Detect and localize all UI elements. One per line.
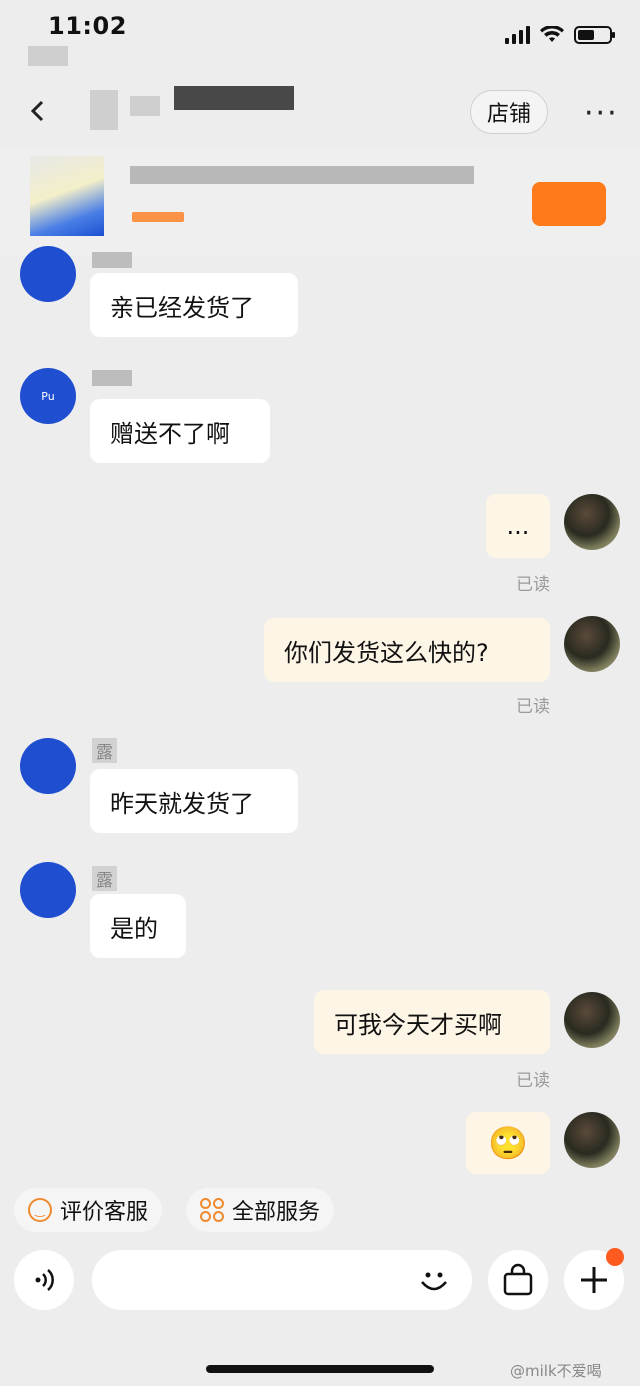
all-services-chip[interactable]: 全部服务 xyxy=(186,1188,335,1232)
sender-name xyxy=(92,252,132,268)
message-bubble-self: 🙄 xyxy=(466,1112,550,1174)
voice-icon xyxy=(35,1269,54,1291)
message-bubble: 赠送不了啊 xyxy=(90,399,270,463)
user-avatar[interactable] xyxy=(564,992,620,1048)
product-tag xyxy=(132,212,184,222)
product-action-button[interactable] xyxy=(532,182,606,226)
shop-name-blurred xyxy=(90,86,300,130)
smiley-icon[interactable] xyxy=(416,1262,452,1302)
rate-service-chip[interactable]: ‿ 评价客服 xyxy=(14,1188,163,1232)
home-indicator[interactable] xyxy=(206,1365,434,1373)
chip-label: 全部服务 xyxy=(232,1200,321,1225)
smile-icon: ‿ xyxy=(28,1198,52,1222)
plus-icon xyxy=(581,1267,607,1293)
read-status: 已读 xyxy=(516,1071,550,1091)
order-button[interactable] xyxy=(488,1250,548,1310)
user-avatar[interactable] xyxy=(564,494,620,550)
status-icons xyxy=(505,26,615,44)
notification-badge xyxy=(606,1248,624,1266)
user-avatar[interactable] xyxy=(564,616,620,672)
message-bubble-self: ... xyxy=(486,494,550,558)
shop-avatar[interactable] xyxy=(20,246,76,302)
message-input[interactable] xyxy=(92,1250,472,1310)
bag-icon xyxy=(503,1263,533,1296)
shop-button[interactable]: 店铺 xyxy=(470,90,548,134)
grid-icon xyxy=(200,1198,224,1222)
message-bubble: 昨天就发货了 xyxy=(90,769,298,833)
read-status: 已读 xyxy=(516,575,550,595)
status-blur xyxy=(28,46,68,66)
signal-icon xyxy=(505,26,530,44)
wifi-icon xyxy=(540,26,564,42)
product-title-blurred xyxy=(130,166,474,184)
status-time: 11:02 xyxy=(48,12,127,40)
shop-avatar[interactable]: Pu xyxy=(20,368,76,424)
product-thumbnail[interactable] xyxy=(30,156,104,236)
watermark: @milk不爱喝 xyxy=(510,1362,602,1380)
message-bubble-self: 你们发货这么快的? xyxy=(264,618,550,682)
more-icon[interactable]: ··· xyxy=(584,96,619,131)
shop-avatar[interactable] xyxy=(20,738,76,794)
voice-button[interactable] xyxy=(14,1250,74,1310)
shop-avatar[interactable] xyxy=(20,862,76,918)
sender-name xyxy=(92,370,132,386)
back-icon[interactable] xyxy=(30,100,46,122)
sender-name: 露 xyxy=(92,738,117,763)
message-bubble: 亲已经发货了 xyxy=(90,273,298,337)
message-bubble: 是的 xyxy=(90,894,186,958)
sender-name: 露 xyxy=(92,866,117,891)
message-bubble-self: 可我今天才买啊 xyxy=(314,990,550,1054)
chip-label: 评价客服 xyxy=(60,1200,149,1225)
battery-icon xyxy=(574,26,615,44)
read-status: 已读 xyxy=(516,697,550,717)
user-avatar[interactable] xyxy=(564,1112,620,1168)
